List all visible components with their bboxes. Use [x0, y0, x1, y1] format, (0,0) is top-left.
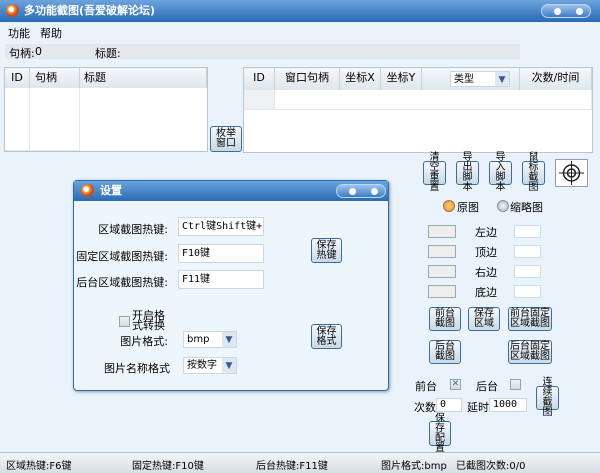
col-window-handle[interactable]: 窗口句柄	[275, 68, 340, 90]
chevron-down-icon: ▼	[222, 332, 236, 347]
handle-value: 0	[35, 45, 42, 58]
fixed-hotkey-input[interactable]: F10键	[178, 244, 264, 263]
radio-original-label: 原图	[457, 201, 479, 214]
bottom-edge-box	[428, 285, 456, 298]
menu-help[interactable]: 帮助	[40, 25, 62, 41]
dialog-icon	[81, 184, 94, 197]
col-title[interactable]: 标题	[80, 68, 207, 88]
left-edge-label: 左边	[475, 226, 497, 239]
save-config-button[interactable]: 保存配置	[429, 413, 451, 453]
table-row	[244, 90, 275, 110]
back-hotkey-label: 后台区域截图热键:	[76, 276, 168, 289]
delay-label: 延时	[467, 401, 489, 414]
app-icon	[6, 4, 19, 17]
dialog-window-controls	[336, 184, 386, 198]
right-edge-input[interactable]	[514, 265, 541, 278]
col-id[interactable]: ID	[5, 68, 30, 88]
chevron-down-icon: ▼	[222, 358, 236, 373]
col-count-time[interactable]: 次数/时间	[520, 68, 592, 90]
continuous-capture-button[interactable]: 连续截图	[536, 378, 559, 418]
count-input[interactable]: 0	[436, 398, 462, 412]
type-select-value: 类型	[454, 74, 474, 85]
save-hotkey-button[interactable]: 保存热键	[311, 238, 342, 263]
right-edge-box	[428, 265, 456, 278]
back-fixed-capture-button[interactable]: 后台固定区域截图	[508, 340, 552, 364]
menu-bar: 功能 帮助	[0, 22, 600, 40]
bottom-edge-label: 底边	[475, 286, 497, 299]
front-mode-label: 前台	[415, 380, 437, 393]
image-format-value: bmp	[187, 334, 210, 345]
clear-reset-button[interactable]: 清空重置	[423, 153, 446, 193]
minimize-button[interactable]	[554, 8, 561, 15]
import-script-button[interactable]: 导入脚本	[489, 153, 512, 193]
crosshair-icon[interactable]	[555, 159, 588, 187]
front-fixed-capture-button[interactable]: 前台固定区域截图	[508, 307, 552, 331]
col-id[interactable]: ID	[244, 68, 275, 90]
back-mode-label: 后台	[476, 380, 498, 393]
status-back-hotkey: 后台热键:F11键	[256, 461, 328, 472]
back-mode-checkbox[interactable]	[510, 379, 521, 390]
window-list-table[interactable]: ID 句柄 标题	[4, 67, 208, 152]
format-convert-label: 开启格式转换	[132, 309, 165, 332]
fixed-hotkey-label: 固定区域截图热键:	[76, 250, 168, 263]
image-format-select[interactable]: bmp ▼	[183, 331, 237, 348]
name-format-value: 按数字	[187, 360, 217, 371]
col-y[interactable]: 坐标Y	[381, 68, 422, 90]
window-title: 多功能截图(吾爱破解论坛)	[24, 4, 156, 17]
window-controls	[541, 4, 591, 18]
type-select[interactable]: 类型 ▼	[450, 71, 510, 87]
status-bar: 区域热键:F6键 固定热键:F10键 后台热键:F11键 图片格式:bmp 已截…	[0, 452, 600, 473]
status-fixed-hotkey: 固定热键:F10键	[132, 461, 204, 472]
title-label: 标题:	[95, 47, 121, 60]
save-region-button[interactable]: 保存区域	[468, 307, 500, 331]
handle-label: 句柄:	[9, 47, 35, 60]
delay-input[interactable]: 1000	[489, 398, 527, 412]
table-row	[275, 90, 592, 110]
dialog-minimize-button[interactable]	[349, 188, 356, 195]
dialog-close-button[interactable]	[371, 188, 378, 195]
back-capture-button[interactable]: 后台截图	[429, 340, 461, 364]
format-convert-checkbox[interactable]	[119, 316, 130, 327]
menu-function[interactable]: 功能	[8, 25, 30, 41]
right-edge-label: 右边	[475, 266, 497, 279]
col-type[interactable]: 类型 ▼	[422, 68, 520, 90]
table-row	[5, 88, 30, 151]
back-hotkey-input[interactable]: F11键	[178, 270, 264, 289]
table-row	[30, 88, 80, 151]
left-edge-input[interactable]	[514, 225, 541, 238]
radio-original[interactable]	[443, 200, 455, 212]
name-format-label: 图片名称格式	[104, 362, 170, 375]
name-format-select[interactable]: 按数字 ▼	[183, 357, 237, 374]
front-capture-button[interactable]: 前台截图	[429, 307, 461, 331]
export-script-button[interactable]: 导出脚本	[456, 153, 479, 193]
region-hotkey-label: 区域截图热键:	[98, 223, 168, 236]
status-capture-count: 已截图次数:0/0	[456, 461, 526, 472]
dialog-title: 设置	[100, 184, 122, 197]
radio-thumbnail-label: 缩略图	[510, 201, 543, 214]
mouse-capture-button[interactable]: 鼠标截图	[522, 153, 545, 193]
left-edge-box	[428, 225, 456, 238]
col-handle[interactable]: 句柄	[30, 68, 80, 88]
save-format-button[interactable]: 保存格式	[311, 324, 342, 349]
status-image-format: 图片格式:bmp	[381, 461, 447, 472]
bottom-edge-input[interactable]	[514, 285, 541, 298]
chevron-down-icon: ▼	[495, 72, 509, 86]
info-bar: 句柄: 0 标题:	[5, 44, 520, 60]
col-x[interactable]: 坐标X	[340, 68, 381, 90]
title-bar: 多功能截图(吾爱破解论坛)	[0, 0, 600, 22]
dialog-title-bar: 设置	[74, 181, 388, 201]
settings-dialog: 设置 区域截图热键: Ctrl键Shift键+Shi 固定区域截图热键: F10…	[73, 180, 389, 391]
top-edge-input[interactable]	[514, 245, 541, 258]
status-region-hotkey: 区域热键:F6键	[6, 461, 72, 472]
radio-thumbnail[interactable]	[497, 200, 509, 212]
image-format-label: 图片格式:	[120, 335, 168, 348]
close-button[interactable]	[576, 8, 583, 15]
front-mode-checkbox[interactable]: ✕	[450, 379, 461, 390]
enum-windows-button[interactable]: 枚举窗口	[210, 126, 242, 152]
top-edge-label: 顶边	[475, 246, 497, 259]
top-edge-box	[428, 245, 456, 258]
script-table[interactable]: ID 窗口句柄 坐标X 坐标Y 类型 ▼ 次数/时间	[243, 67, 593, 153]
region-hotkey-input[interactable]: Ctrl键Shift键+Shi	[178, 217, 264, 236]
